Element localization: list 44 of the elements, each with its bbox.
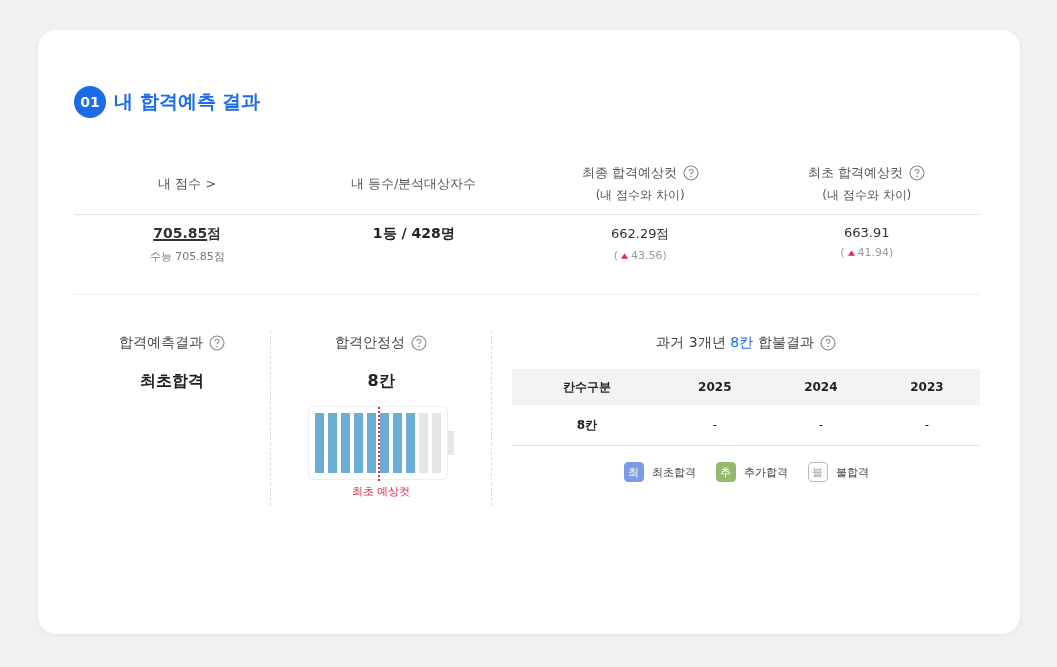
cut-score: 663.91 bbox=[844, 225, 890, 240]
legend-badge: 추 bbox=[715, 462, 736, 482]
table-cell: - bbox=[767, 405, 874, 446]
table-cell: 8칸 bbox=[512, 405, 662, 446]
column-subheader: (내 점수와 차이) bbox=[595, 187, 685, 204]
paren: ( bbox=[840, 246, 845, 259]
help-icon[interactable] bbox=[682, 165, 699, 181]
stability-label: 합격안정성 bbox=[335, 334, 405, 352]
legend-label: 추가합격 bbox=[743, 464, 788, 480]
column-header: 내 등수/분석대상자수 bbox=[351, 175, 477, 193]
help-icon[interactable] bbox=[819, 335, 836, 351]
cutoff-label: 최초 예상컷 bbox=[351, 484, 411, 499]
legend-badge: 불 bbox=[807, 462, 828, 482]
help-icon[interactable] bbox=[209, 335, 225, 351]
paren: ( bbox=[613, 249, 618, 262]
up-triangle-icon bbox=[621, 252, 628, 259]
legend-label: 불합격 bbox=[835, 464, 869, 480]
result-value: 최초합격 bbox=[140, 371, 204, 392]
table-cell: - bbox=[873, 405, 980, 446]
up-triangle-icon bbox=[847, 249, 855, 256]
legend-badge: 최 bbox=[623, 462, 644, 482]
table-header: 2023 bbox=[873, 369, 980, 405]
legend-label: 최초합격 bbox=[651, 464, 696, 480]
help-icon[interactable] bbox=[909, 165, 926, 181]
column-header: 최초 합격예상컷 bbox=[808, 164, 904, 182]
column-header: 내 점수 > bbox=[158, 175, 217, 193]
table-cell: - bbox=[661, 405, 768, 446]
stability-value: 8칸 bbox=[367, 371, 395, 392]
result-label: 합격예측결과 bbox=[119, 334, 203, 352]
cut-score: 662.29점 bbox=[611, 225, 670, 243]
history-title: 과거 3개년 8칸 합불결과 bbox=[656, 334, 814, 352]
section-title: 내 합격예측 결과 bbox=[114, 89, 261, 114]
section-number: 01 bbox=[74, 86, 106, 118]
score-difference: 41.94) bbox=[857, 246, 894, 259]
score-difference: 43.56) bbox=[631, 249, 667, 262]
table-header: 칸수구분 bbox=[512, 369, 662, 405]
table-header: 2025 bbox=[661, 369, 768, 405]
score-value: 705.85점 bbox=[153, 225, 222, 243]
help-icon[interactable] bbox=[411, 335, 427, 351]
rank-value: 1등 / 428명 bbox=[372, 225, 455, 243]
score-note: 수능 705.85점 bbox=[149, 249, 225, 264]
column-subheader: (내 점수와 차이) bbox=[822, 187, 912, 204]
table-header: 2024 bbox=[767, 369, 874, 405]
column-header: 최종 합격예상컷 bbox=[581, 164, 677, 182]
